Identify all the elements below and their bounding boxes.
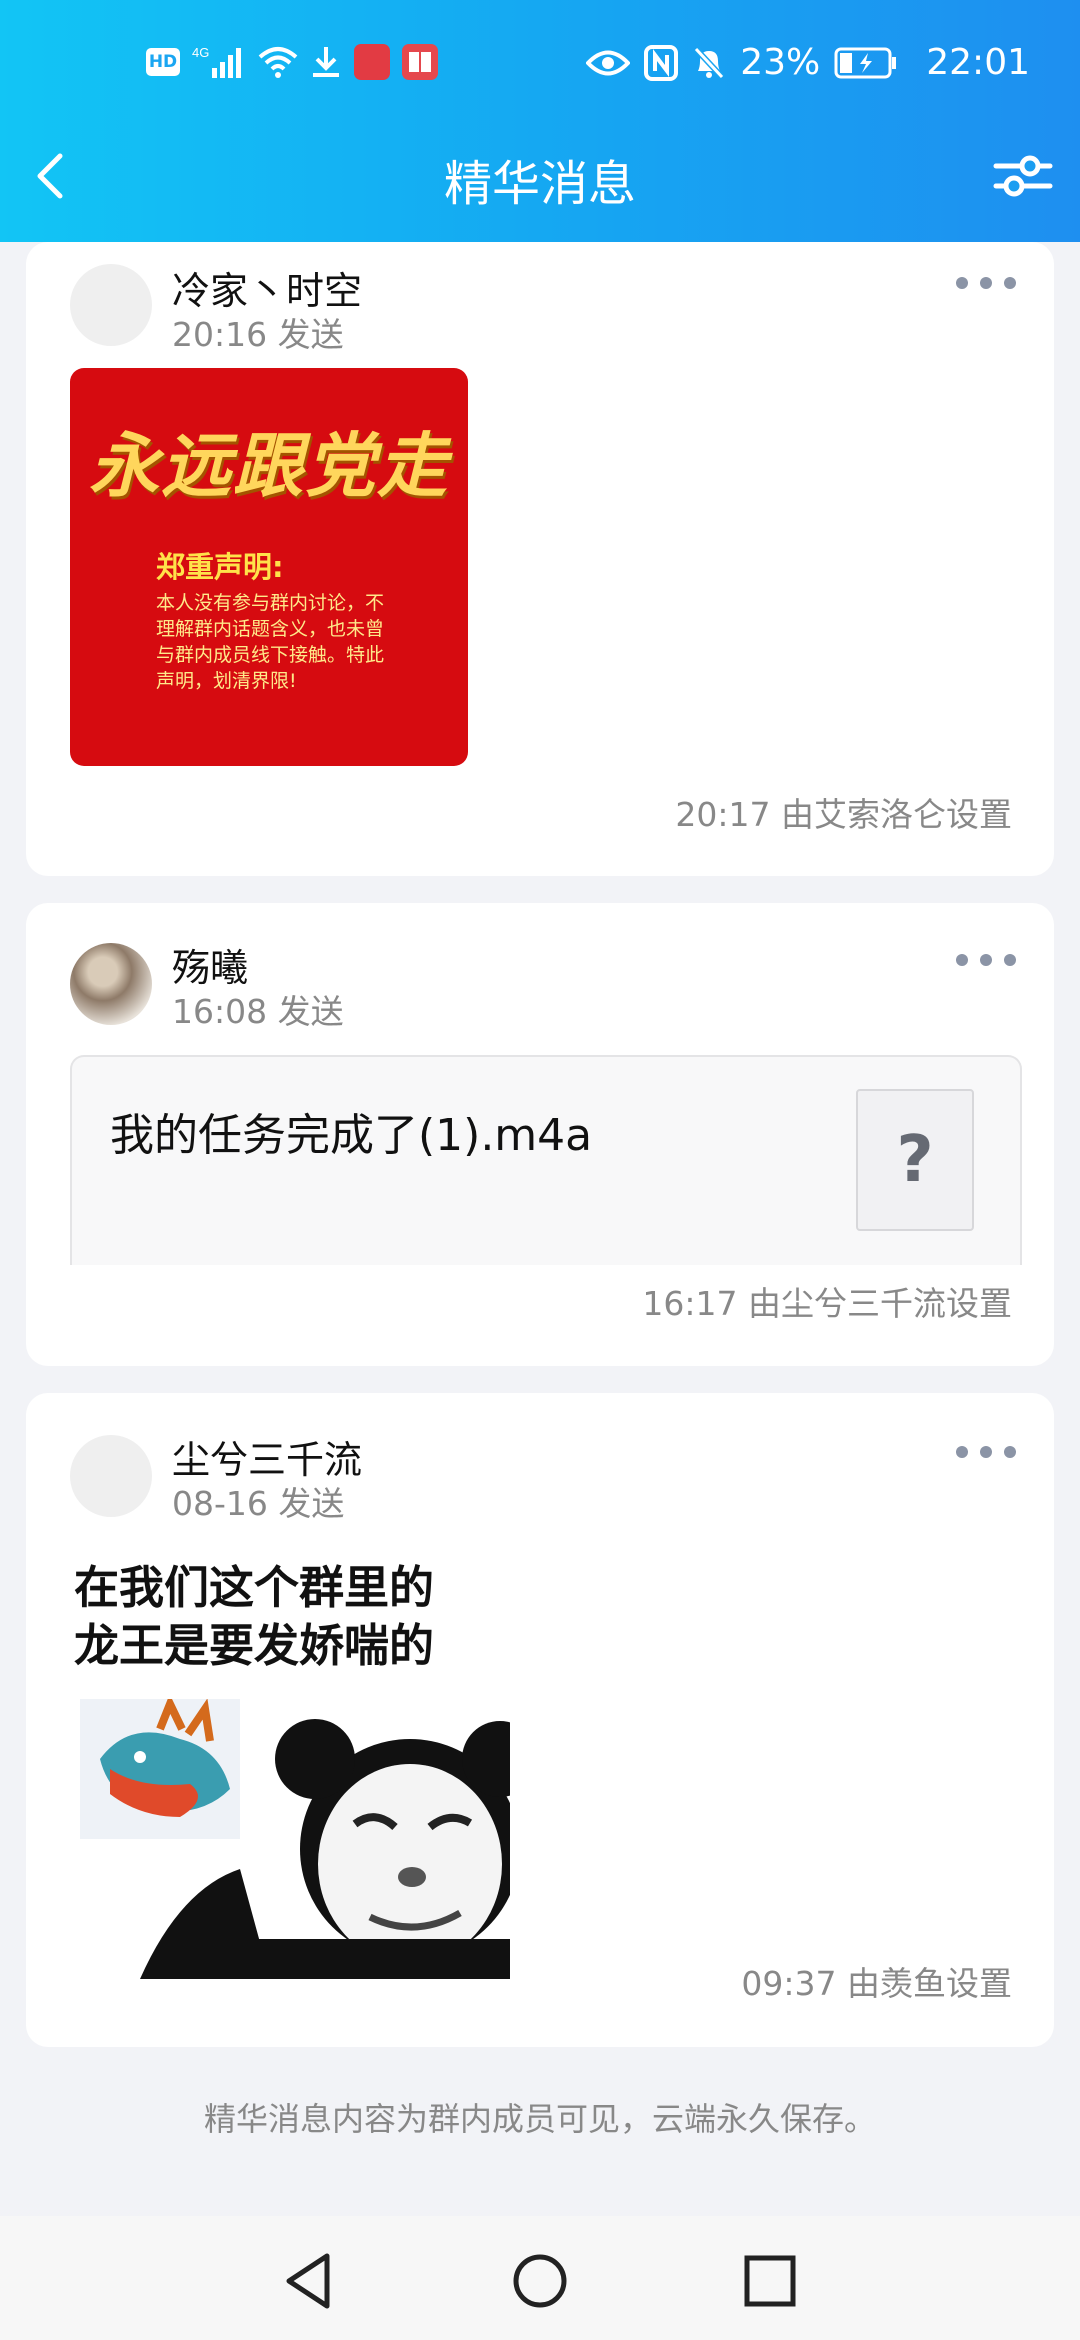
- sent-time: 16:08 发送: [172, 992, 344, 1031]
- sticker-caption: 在我们这个群里的 龙王是要发娇喘的: [74, 1559, 514, 1675]
- poster-slogan: 永远跟党走: [89, 424, 449, 507]
- essence-message-card[interactable]: 尘兮三千流 08-16 发送 在我们这个群里的 龙王是要发娇喘的 09:37 由…: [26, 1393, 1054, 2047]
- sent-time: 08-16 发送: [172, 1484, 345, 1523]
- app-header: HD 4G 23% 22:01 精华消息: [0, 0, 1080, 242]
- author-name[interactable]: 殇曦: [172, 937, 248, 992]
- circle-home-icon: [513, 2254, 567, 2308]
- square-recents-icon: [744, 2255, 796, 2307]
- author-name[interactable]: 冷家丶时空: [172, 260, 362, 315]
- filter-button[interactable]: [988, 140, 1058, 210]
- huawei-app-icon: [354, 44, 390, 80]
- more-dot: [956, 1446, 968, 1458]
- system-back-button[interactable]: [275, 2246, 345, 2316]
- more-dot: [956, 277, 968, 289]
- triangle-back-icon: [286, 2253, 330, 2309]
- system-recents-button[interactable]: [735, 2246, 805, 2316]
- set-by-info: 20:17 由艾索洛仑设置: [675, 795, 1012, 834]
- file-message[interactable]: 我的任务完成了(1).m4a ?: [70, 1055, 1022, 1265]
- more-dot: [1004, 277, 1016, 289]
- nav-bar: 精华消息: [0, 130, 1080, 220]
- signal-icon: 4G: [192, 44, 246, 80]
- hd-icon: HD: [146, 48, 180, 76]
- clock: 22:01: [926, 42, 1030, 83]
- set-by-info: 09:37 由羡鱼设置: [741, 1964, 1012, 2003]
- wifi-icon: [258, 45, 298, 79]
- avatar[interactable]: [70, 1435, 152, 1517]
- more-dot: [980, 277, 992, 289]
- essence-message-card[interactable]: 殇曦 16:08 发送 我的任务完成了(1).m4a ? 16:17 由尘兮三千…: [26, 903, 1054, 1366]
- eye-icon: [586, 48, 631, 78]
- more-dot: [1004, 954, 1016, 966]
- image-message[interactable]: 永远跟党走 郑重声明: 本人没有参与群内讨论，不理解群内话题含义，也未曾与群内成…: [70, 368, 468, 766]
- essence-message-card[interactable]: 冷家丶时空 20:16 发送 永远跟党走 郑重声明: 本人没有参与群内讨论，不理…: [26, 242, 1054, 876]
- battery-percent: 23%: [740, 42, 821, 83]
- system-home-button[interactable]: [505, 2246, 575, 2316]
- poster-body: 本人没有参与群内讨论，不理解群内话题含义，也未曾与群内成员线下接触。特此声明，划…: [156, 592, 385, 692]
- system-nav-bar: [0, 2216, 1080, 2340]
- mute-bell-icon: [692, 45, 726, 81]
- book-app-icon: [402, 44, 438, 80]
- footer-note: 精华消息内容为群内成员可见，云端永久保存。: [203, 2100, 876, 2138]
- sticker-caption-line: 龙王是要发娇喘的: [74, 1619, 435, 1672]
- unknown-file-icon: ?: [856, 1089, 974, 1231]
- nfc-icon: [644, 44, 679, 81]
- svg-text:4G: 4G: [192, 45, 209, 60]
- sticker-caption-line: 在我们这个群里的: [74, 1561, 435, 1614]
- more-dot: [980, 1446, 992, 1458]
- set-by-info: 16:17 由尘兮三千流设置: [642, 1284, 1012, 1323]
- more-dot: [956, 954, 968, 966]
- filter-sliders-icon: [993, 155, 1053, 197]
- page-title: 精华消息: [443, 156, 636, 212]
- poster-heading: 郑重声明:: [156, 550, 284, 584]
- author-name[interactable]: 尘兮三千流: [172, 1429, 362, 1484]
- more-dot: [1004, 1446, 1016, 1458]
- avatar[interactable]: [70, 264, 152, 346]
- status-bar: HD 4G 23% 22:01: [0, 36, 1080, 96]
- sticker-message[interactable]: 在我们这个群里的 龙王是要发娇喘的: [70, 1559, 510, 1979]
- more-options-button[interactable]: [956, 1437, 1016, 1467]
- sent-time: 20:16 发送: [172, 315, 344, 354]
- more-dot: [980, 954, 992, 966]
- avatar[interactable]: [70, 943, 152, 1025]
- panda-dragon-sticker: [80, 1699, 510, 1979]
- file-name: 我的任务完成了(1).m4a: [110, 1110, 593, 1161]
- download-icon: [310, 45, 342, 79]
- more-options-button[interactable]: [956, 945, 1016, 975]
- more-options-button[interactable]: [956, 268, 1016, 298]
- battery-charging-icon: [834, 47, 898, 79]
